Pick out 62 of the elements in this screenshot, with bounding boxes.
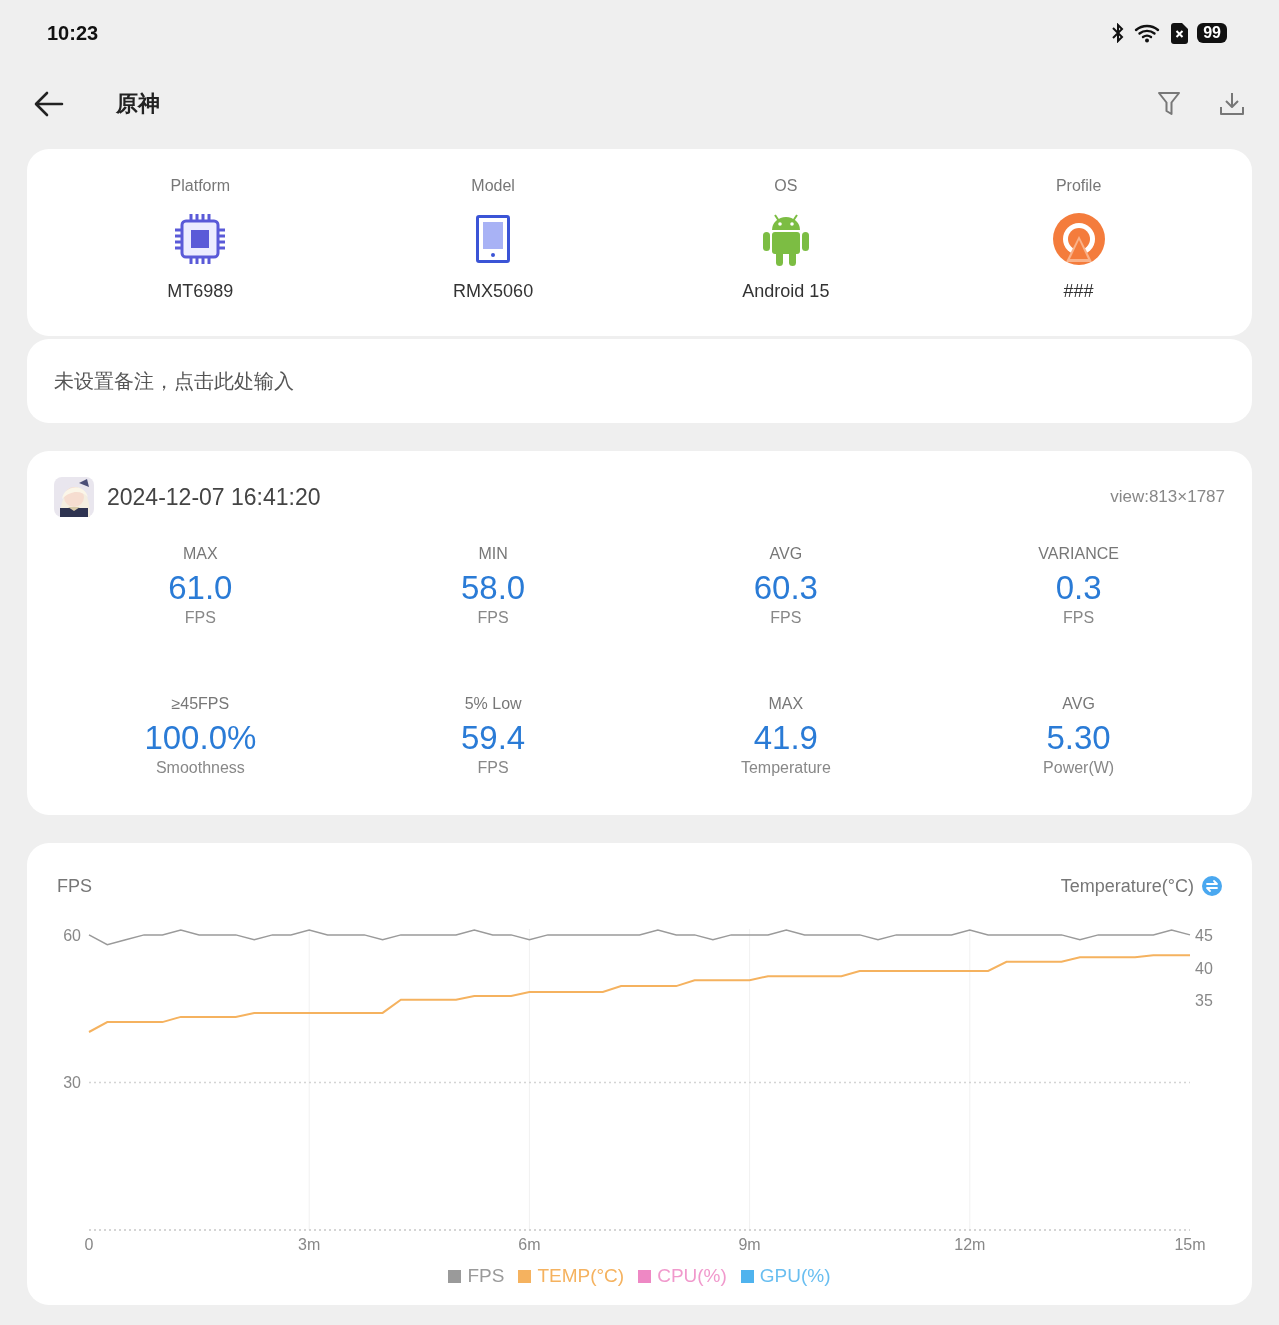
stat-value: 60.3: [753, 569, 818, 607]
stat-label: ≥45FPS: [171, 695, 230, 713]
legend-item[interactable]: FPS: [448, 1265, 505, 1287]
stat-value: 41.9: [753, 719, 818, 757]
swap-icon[interactable]: [1202, 876, 1222, 896]
info-value: Android 15: [742, 281, 830, 302]
info-label: Profile: [1055, 177, 1102, 196]
y-axis-title: FPS: [57, 875, 92, 897]
right-tick-label: 35: [1195, 992, 1213, 1010]
stat-label: MAX: [768, 695, 804, 713]
status-time: 10:23: [47, 21, 99, 45]
bluetooth-icon: [1111, 23, 1126, 43]
stat-unit: FPS: [184, 609, 216, 627]
stat-unit: FPS: [1063, 609, 1095, 627]
stat-value: 5.30: [1046, 719, 1111, 757]
stat-unit: FPS: [477, 609, 509, 627]
y-tick-label: 30: [63, 1074, 81, 1092]
info-value: RMX5060: [453, 281, 534, 302]
battery-level: 99: [1197, 23, 1227, 43]
legend-item[interactable]: TEMP(°C): [518, 1265, 625, 1287]
x-tick-label: 9m: [738, 1236, 761, 1253]
info-label: Platform: [170, 177, 231, 196]
note-field[interactable]: 未设置备注，点击此处输入: [27, 339, 1252, 423]
stat-unit: Smoothness: [155, 759, 245, 777]
stat-unit: FPS: [477, 759, 509, 777]
x-tick-label: 15m: [1174, 1236, 1206, 1253]
profile-icon: [1051, 211, 1106, 267]
stat-unit: FPS: [770, 609, 802, 627]
x-tick-label: 3m: [298, 1236, 321, 1253]
stat-value: 58.0: [461, 569, 526, 607]
stat-value: 100.0%: [144, 719, 257, 757]
session-timestamp: 2024-12-07 16:41:20: [107, 483, 321, 511]
stat-unit: Temperature: [740, 759, 831, 777]
note-input[interactable]: 未设置备注，点击此处输入: [54, 369, 1225, 393]
stat-label: 5% Low: [464, 695, 522, 713]
stat-label: AVG: [1062, 695, 1095, 713]
stat-label: MAX: [183, 545, 218, 563]
info-value: ###: [1063, 281, 1094, 302]
info-value: MT6989: [167, 281, 234, 302]
stat-label: AVG: [769, 545, 803, 563]
y-tick-label: 60: [63, 926, 81, 944]
page-title: 原神: [116, 89, 160, 118]
legend-label: FPS: [467, 1265, 505, 1287]
stat-label: VARIANCE: [1038, 545, 1119, 563]
stat-label: MIN: [478, 545, 508, 563]
legend-label: TEMP(°C): [537, 1265, 625, 1287]
info-label: Model: [471, 177, 515, 196]
view-size: view:813×1787: [1110, 487, 1225, 507]
x-tick-label: 0: [84, 1236, 94, 1253]
stat-value: 61.0: [168, 569, 233, 607]
x-tick-label: 12m: [954, 1236, 986, 1253]
right-axis-title: Temperature(°C): [1060, 875, 1194, 897]
legend-item[interactable]: CPU(%): [638, 1265, 727, 1287]
stat-unit: Power(W): [1043, 759, 1115, 777]
right-tick-label: 45: [1195, 926, 1213, 944]
info-label: OS: [774, 177, 798, 196]
sim-icon: [1171, 22, 1189, 44]
legend-item[interactable]: GPU(%): [740, 1265, 831, 1287]
stat-value: 59.4: [461, 719, 526, 757]
stat-value: 0.3: [1055, 569, 1102, 607]
x-tick-label: 6m: [518, 1236, 541, 1253]
right-tick-label: 40: [1195, 959, 1213, 977]
